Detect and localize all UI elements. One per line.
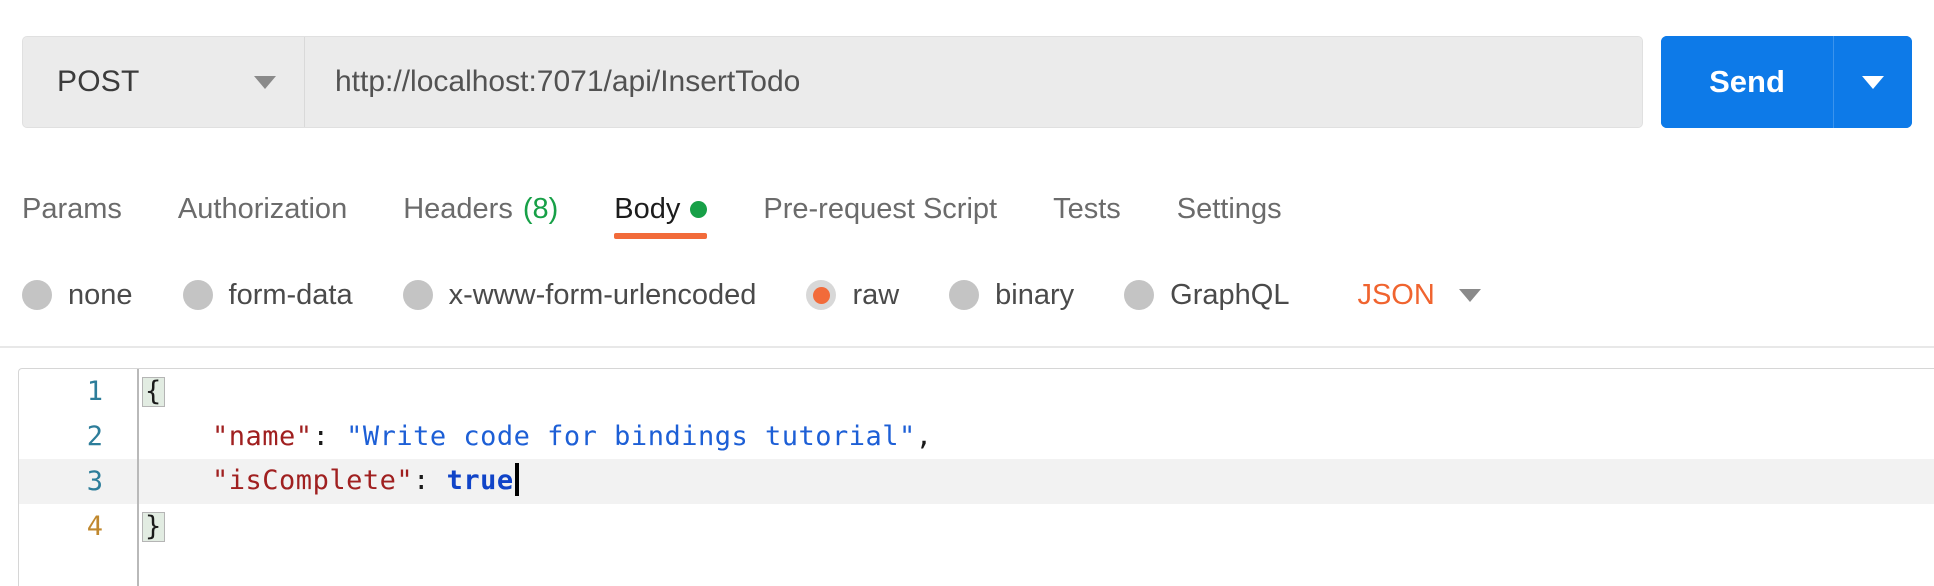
send-options-button[interactable] (1834, 36, 1912, 128)
http-method-label: POST (57, 65, 140, 98)
tab-tests[interactable]: Tests (1053, 180, 1121, 238)
body-type-graphql[interactable]: GraphQL (1124, 279, 1289, 312)
code-line-text: "isComplete": true (137, 463, 1934, 498)
request-url-value: http://localhost:7071/api/InsertTodo (335, 65, 801, 98)
line-number: 2 (86, 421, 103, 452)
radio-icon (22, 280, 52, 310)
brace-highlight: { (142, 376, 165, 408)
body-has-content-dot-icon (690, 200, 708, 218)
line-number: 3 (86, 466, 103, 497)
code-line-text: } (137, 511, 1934, 543)
body-format-select[interactable]: JSON (1357, 278, 1481, 312)
code-line[interactable]: 2 "name": "Write code for bindings tutor… (19, 414, 1934, 459)
code-line-active[interactable]: 3 "isComplete": true (19, 459, 1934, 504)
tab-headers[interactable]: Headers (8) (403, 180, 558, 238)
tab-label: Body (614, 192, 681, 225)
radio-icon (1124, 280, 1155, 310)
body-format-label: JSON (1357, 278, 1435, 311)
json-key: "isComplete" (212, 465, 414, 496)
json-boolean-value: true (446, 465, 514, 496)
json-key: "name" (212, 421, 313, 452)
json-colon: : (312, 421, 347, 452)
code-line-text: { (137, 376, 1934, 408)
request-url-bar: POST http://localhost:7071/api/InsertTod… (22, 36, 1912, 128)
tab-label: Headers (403, 192, 513, 225)
http-method-select[interactable]: POST (23, 37, 305, 127)
chevron-down-icon (1862, 75, 1884, 89)
chevron-down-icon (254, 75, 276, 89)
send-button-group: Send (1661, 36, 1912, 128)
line-number: 4 (86, 511, 103, 542)
tab-label: Pre-request Script (763, 192, 998, 225)
brace-highlight: } (142, 511, 165, 543)
postman-request-builder: POST http://localhost:7071/api/InsertTod… (0, 0, 1934, 586)
request-body-code-editor[interactable]: 1 { 2 "name": "Write code for bindings t… (18, 368, 1934, 586)
section-divider (0, 346, 1934, 348)
text-cursor (514, 463, 519, 496)
chevron-down-icon (1458, 288, 1481, 302)
headers-count-badge: (8) (522, 192, 559, 225)
json-string-value: "Write code for bindings tutorial" (346, 421, 916, 452)
radio-label: binary (995, 278, 1075, 311)
radio-icon (949, 280, 980, 310)
code-line[interactable]: 4 } (19, 504, 1934, 549)
tab-settings[interactable]: Settings (1177, 180, 1282, 238)
body-type-form-data[interactable]: form-data (182, 278, 353, 312)
body-type-raw[interactable]: raw (806, 279, 899, 312)
body-type-none[interactable]: none (22, 279, 133, 312)
radio-icon (402, 280, 433, 310)
radio-label: x-www-form-urlencoded (448, 278, 757, 311)
code-line-text: "name": "Write code for bindings tutoria… (137, 421, 1934, 452)
json-colon: : (413, 465, 447, 496)
json-comma: , (915, 421, 933, 452)
send-button[interactable]: Send (1661, 36, 1833, 128)
url-input-group: POST http://localhost:7071/api/InsertTod… (22, 36, 1643, 128)
active-tab-underline (614, 233, 708, 239)
line-number: 1 (86, 376, 103, 407)
tab-params[interactable]: Params (22, 180, 122, 238)
tab-body[interactable]: Body (614, 180, 708, 239)
radio-label: GraphQL (1170, 278, 1290, 311)
body-type-binary[interactable]: binary (949, 279, 1074, 312)
tab-label: Params (22, 192, 122, 225)
request-url-input[interactable]: http://localhost:7071/api/InsertTodo (305, 37, 1642, 127)
tab-label: Tests (1053, 192, 1121, 225)
body-type-radio-group: none form-data x-www-form-urlencoded raw… (22, 262, 1912, 328)
radio-label: form-data (228, 278, 353, 311)
body-type-x-www-form-urlencoded[interactable]: x-www-form-urlencoded (402, 278, 757, 312)
radio-icon (182, 280, 213, 310)
radio-icon-selected (806, 280, 837, 310)
radio-label: none (68, 278, 133, 311)
tab-pre-request-script[interactable]: Pre-request Script (763, 180, 997, 238)
tab-label: Settings (1176, 192, 1282, 225)
code-line[interactable]: 1 { (19, 369, 1934, 414)
request-tab-bar: Params Authorization Headers (8) Body Pr… (22, 180, 1912, 248)
radio-label: raw (852, 278, 900, 311)
tab-label: Authorization (177, 192, 348, 225)
tab-authorization[interactable]: Authorization (178, 180, 347, 238)
